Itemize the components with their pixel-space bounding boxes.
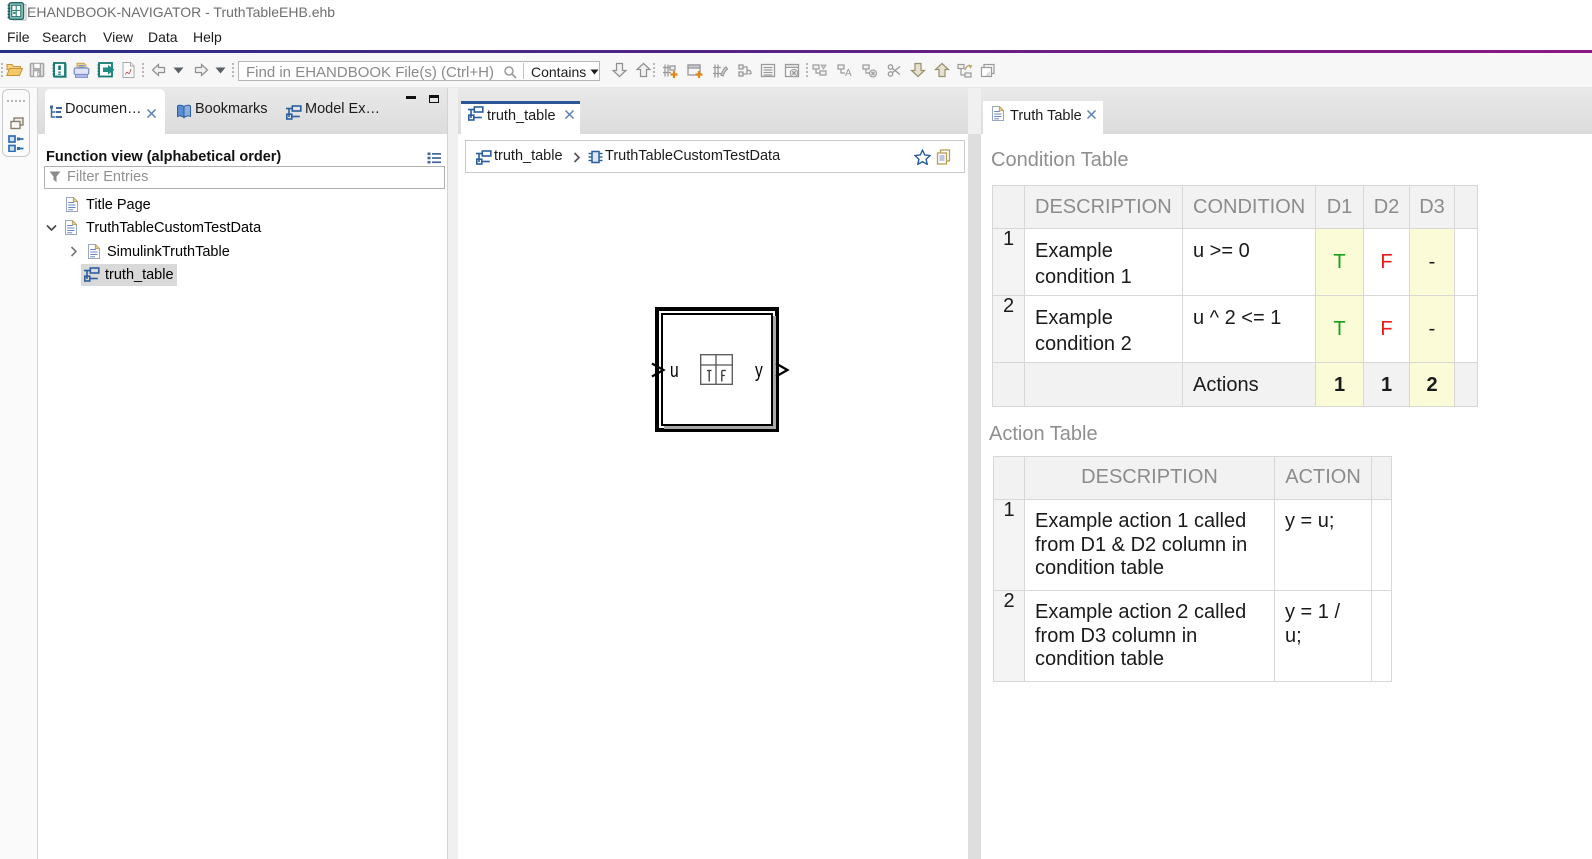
svg-text:A: A [845, 68, 852, 79]
